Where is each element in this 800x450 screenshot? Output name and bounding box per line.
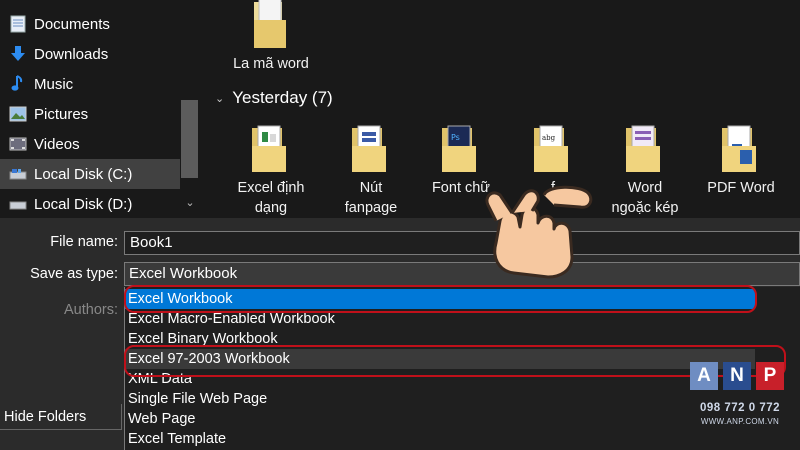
option-xml-data[interactable]: XML Data (125, 369, 755, 389)
option-excel-97-2003-workbook[interactable]: Excel 97-2003 Workbook (125, 349, 755, 369)
svg-text:Ps: Ps (451, 133, 460, 142)
file-name-input[interactable]: Book1 (124, 231, 800, 255)
logo-letter: P (756, 362, 784, 390)
folder-icon (250, 0, 292, 50)
sidebar-item-local-disk-c[interactable]: Local Disk (C:) (0, 159, 180, 189)
sidebar-item-label: Documents (34, 15, 110, 33)
sidebar-scrollbar[interactable]: ⌄ (180, 0, 200, 218)
file-item-excel-dinh-dang[interactable]: Excel định dạng (223, 124, 319, 218)
music-note-icon (8, 74, 28, 94)
folder-icon: abg (532, 124, 574, 174)
download-arrow-icon (8, 44, 28, 64)
option-single-file-web-page[interactable]: Single File Web Page (125, 389, 755, 409)
anp-logo: A N P 098 772 0 772 WWW.ANP.COM.VN (690, 362, 790, 442)
sidebar-item-label: Local Disk (D:) (34, 195, 133, 213)
group-header-yesterday[interactable]: ⌄ Yesterday (7) (215, 88, 333, 108)
videos-icon (8, 134, 28, 154)
sidebar-item-videos[interactable]: Videos (0, 129, 180, 159)
scrollbar-thumb[interactable] (181, 100, 198, 178)
hide-folders-button[interactable]: Hide Folders (0, 404, 122, 430)
sidebar-item-music[interactable]: Music (0, 69, 180, 99)
drive-icon (8, 194, 28, 214)
sidebar-item-downloads[interactable]: Downloads (0, 39, 180, 69)
sidebar-item-label: Downloads (34, 45, 109, 63)
option-excel-macro-enabled-workbook[interactable]: Excel Macro-Enabled Workbook (125, 309, 755, 329)
file-name-label: File name: (50, 234, 118, 250)
folder-icon (250, 124, 292, 174)
sidebar-item-documents[interactable]: Documents (0, 9, 180, 39)
folder-icon (350, 124, 392, 174)
option-excel-workbook[interactable]: Excel Workbook (125, 289, 755, 309)
save-type-label: Save as type: (30, 266, 118, 282)
pointing-hand-icon (484, 175, 594, 283)
pictures-icon (8, 104, 28, 124)
logo-website: WWW.ANP.COM.VN (700, 417, 780, 426)
documents-icon (8, 14, 28, 34)
option-excel-binary-workbook[interactable]: Excel Binary Workbook (125, 329, 755, 349)
logo-phone: 098 772 0 772 (699, 402, 781, 414)
option-excel-template[interactable]: Excel Template (125, 429, 755, 449)
logo-letter: A (690, 362, 718, 390)
chevron-down-icon: ⌄ (215, 92, 225, 105)
sidebar-item-label: Local Disk (C:) (34, 165, 133, 183)
sidebar-item-pictures[interactable]: Pictures (0, 99, 180, 129)
file-item-nut-fanpage[interactable]: Nút fanpage (323, 124, 419, 218)
navigation-sidebar: Documents Downloads Music Pictures Video… (0, 0, 200, 218)
option-web-page[interactable]: Web Page (125, 409, 755, 429)
save-type-dropdown[interactable]: Excel Workbook (124, 262, 800, 286)
drive-icon (8, 164, 28, 184)
folder-icon (720, 124, 762, 174)
sidebar-item-label: Videos (34, 135, 80, 153)
sidebar-item-label: Pictures (34, 105, 89, 123)
file-item[interactable]: La mã word (223, 0, 319, 74)
sidebar-item-label: Music (34, 75, 74, 93)
logo-letter: N (723, 362, 751, 390)
explorer-pane: Documents Downloads Music Pictures Video… (0, 0, 800, 218)
folder-icon (624, 124, 666, 174)
sidebar-item-local-disk-d[interactable]: Local Disk (D:) (0, 189, 180, 219)
chevron-down-icon[interactable]: ⌄ (183, 196, 197, 210)
file-item-word-ngoac-kep[interactable]: Word ngoặc kép (597, 124, 693, 218)
file-item-pdf-word[interactable]: PDF Word (693, 124, 789, 198)
authors-label: Authors: (64, 302, 118, 318)
save-form: File name: Book1 Save as type: Excel Wor… (0, 218, 800, 450)
folder-icon: Ps (440, 124, 482, 174)
svg-text:abg: abg (542, 134, 556, 142)
